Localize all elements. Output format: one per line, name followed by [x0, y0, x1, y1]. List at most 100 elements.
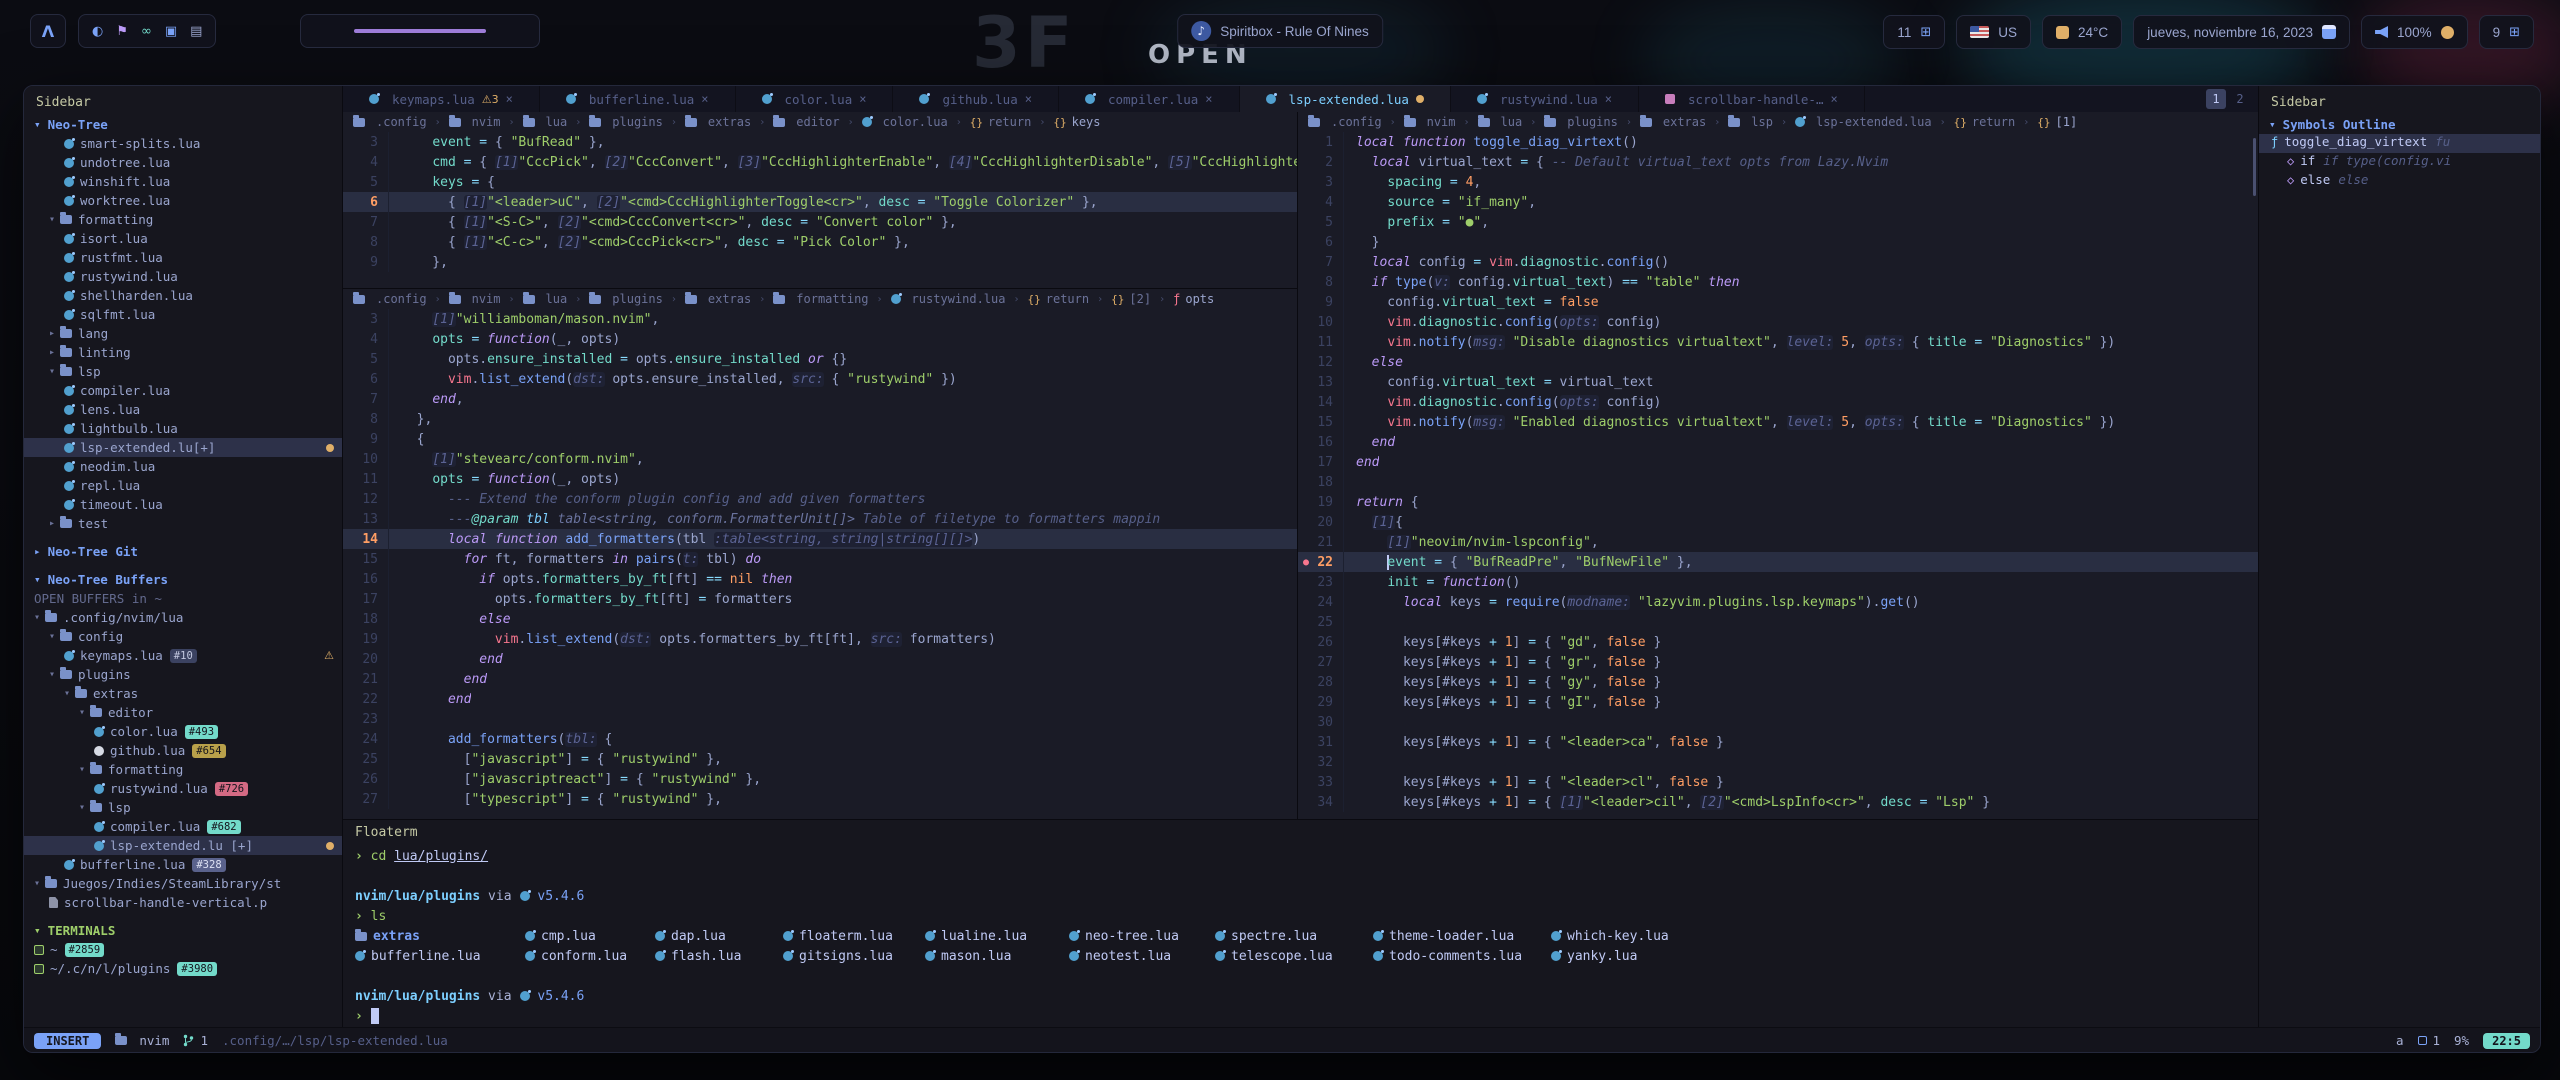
- breadcrumb-item[interactable]: rustywind.lua: [891, 292, 1006, 306]
- tray-icon-5[interactable]: ▤: [190, 24, 202, 39]
- taskbar-pill[interactable]: [300, 14, 540, 48]
- tab-bufferline-lua[interactable]: bufferline.lua×: [540, 86, 736, 112]
- code-line[interactable]: 14 vim.diagnostic.config(opts: config): [1298, 392, 2258, 412]
- code-line[interactable]: 26 keys[#keys + 1] = { "gd", false }: [1298, 632, 2258, 652]
- tab-compiler-lua[interactable]: compiler.lua×: [1059, 86, 1240, 112]
- chevron-down-icon[interactable]: ▾: [49, 214, 55, 225]
- code-line[interactable]: 26 ["javascriptreact"] = { "rustywind" }…: [343, 769, 1297, 789]
- breadcrumb-item[interactable]: plugins: [1544, 115, 1618, 129]
- editor-pane-lsp-extended-lua[interactable]: .config›nvim›lua›plugins›extras›lsp›lsp-…: [1298, 112, 2258, 819]
- code-line[interactable]: 25: [1298, 612, 2258, 632]
- breadcrumb-item[interactable]: {}keys: [1053, 115, 1100, 129]
- tray-icon-1[interactable]: ◐: [92, 24, 103, 39]
- tray-icon-4[interactable]: ▣: [165, 24, 177, 39]
- code-line[interactable]: 15 vim.notify(msg: "Enabled diagnostics …: [1298, 412, 2258, 432]
- floaterm-panel[interactable]: Floaterm › cd lua/plugins/nvim/lua/plugi…: [343, 819, 2258, 1027]
- chevron-down-icon[interactable]: ▾: [79, 802, 85, 813]
- tree-item[interactable]: ▾extras: [24, 684, 342, 703]
- breadcrumb-item[interactable]: nvim: [449, 115, 501, 129]
- tree-item[interactable]: smart-splits.lua: [24, 134, 342, 153]
- tree-item[interactable]: ▸test: [24, 514, 342, 533]
- tree-item[interactable]: ▾lsp: [24, 362, 342, 381]
- chevron-down-icon[interactable]: ▾: [34, 612, 40, 623]
- chevron-down-icon[interactable]: ▾: [34, 118, 41, 131]
- breadcrumb-item[interactable]: extras: [685, 292, 751, 306]
- tree-item[interactable]: lightbulb.lua: [24, 419, 342, 438]
- code-line[interactable]: 27 keys[#keys + 1] = { "gr", false }: [1298, 652, 2258, 672]
- chevron-down-icon[interactable]: ▾: [34, 878, 40, 889]
- tray-pill[interactable]: ◐⚑∞▣▤: [78, 14, 216, 48]
- editor-pane-rustywind-lua[interactable]: .config›nvim›lua›plugins›extras›formatti…: [343, 289, 1297, 819]
- code-line[interactable]: 21 [1]"neovim/nvim-lspconfig",: [1298, 532, 2258, 552]
- music-widget[interactable]: ♪ Spiritbox - Rule Of Nines: [1177, 14, 1383, 48]
- tree-item[interactable]: ~#2859: [24, 940, 342, 959]
- code-line[interactable]: 4 source = "if_many",: [1298, 192, 2258, 212]
- chevron-right-icon[interactable]: ▸: [49, 518, 55, 529]
- neotree-files-header[interactable]: ▾ Neo-Tree: [24, 114, 342, 134]
- code-line[interactable]: 9 },: [343, 252, 1297, 272]
- tree-item[interactable]: lens.lua: [24, 400, 342, 419]
- code-line[interactable]: 21 end: [343, 669, 1297, 689]
- code-line[interactable]: 18 else: [343, 609, 1297, 629]
- chevron-down-icon[interactable]: ▾: [49, 366, 55, 377]
- breadcrumb-item[interactable]: extras: [685, 115, 751, 129]
- chevron-down-icon[interactable]: ▾: [34, 573, 41, 586]
- breadcrumb-item[interactable]: lua: [523, 292, 568, 306]
- code-line[interactable]: 5 prefix = "●",: [1298, 212, 2258, 232]
- tree-item[interactable]: worktree.lua: [24, 191, 342, 210]
- tray-icon-2[interactable]: ⚑: [116, 24, 128, 39]
- code-line[interactable]: 7 { [1]"<S-C>", [2]"<cmd>CccConvert<cr>"…: [343, 212, 1297, 232]
- tree-item[interactable]: ▾formatting: [24, 760, 342, 779]
- breadcrumb-item[interactable]: plugins: [589, 115, 663, 129]
- code-line[interactable]: 16 if opts.formatters_by_ft[ft] == nil t…: [343, 569, 1297, 589]
- code-line[interactable]: 24 local keys = require(modname: "lazyvi…: [1298, 592, 2258, 612]
- code-line[interactable]: 34 keys[#keys + 1] = { [1]"<leader>cil",…: [1298, 792, 2258, 812]
- breadcrumb-item[interactable]: formatting: [773, 292, 868, 306]
- breadcrumb-item[interactable]: plugins: [589, 292, 663, 306]
- tree-item[interactable]: ▾config: [24, 627, 342, 646]
- code-line[interactable]: 7 end,: [343, 389, 1297, 409]
- tab-scrollbar-handle-[interactable]: scrollbar-handle-…×: [1639, 86, 1865, 112]
- tree-item[interactable]: ▾formatting: [24, 210, 342, 229]
- topbar-pill[interactable]: jueves, noviembre 16, 2023: [2133, 15, 2350, 49]
- breadcrumb-item[interactable]: lsp: [1728, 115, 1773, 129]
- code-line[interactable]: 10 vim.diagnostic.config(opts: config): [1298, 312, 2258, 332]
- topbar-pill[interactable]: US: [1956, 15, 2031, 49]
- chevron-down-icon[interactable]: ▾: [79, 764, 85, 775]
- code-line[interactable]: 29 keys[#keys + 1] = { "gI", false }: [1298, 692, 2258, 712]
- breadcrumb-item[interactable]: nvim: [1404, 115, 1456, 129]
- breadcrumb-item[interactable]: ƒopts: [1173, 292, 1214, 306]
- breadcrumb-item[interactable]: nvim: [449, 292, 501, 306]
- tree-item[interactable]: lsp-extended.lu[+]: [24, 438, 342, 457]
- close-icon[interactable]: ×: [1025, 92, 1032, 106]
- breadcrumb-item[interactable]: .config: [1308, 115, 1382, 129]
- topbar-pill[interactable]: 100%: [2361, 15, 2468, 49]
- code-line[interactable]: 8 if type(v: config.virtual_text) == "ta…: [1298, 272, 2258, 292]
- topbar-pill[interactable]: 9⊞: [2479, 15, 2534, 49]
- chevron-down-icon[interactable]: ▾: [79, 707, 85, 718]
- code-line[interactable]: 19 vim.list_extend(dst: opts.formatters_…: [343, 629, 1297, 649]
- tab-lsp-extended-lua[interactable]: lsp-extended.lua: [1240, 86, 1451, 112]
- code-line[interactable]: ●22 event = { "BufReadPre", "BufNewFile"…: [1298, 552, 2258, 572]
- code-line[interactable]: 8 { [1]"<C-c>", [2]"<cmd>CccPick<cr>", d…: [343, 232, 1297, 252]
- breadcrumb-item[interactable]: .config: [353, 115, 427, 129]
- topbar-pill[interactable]: 24°C: [2042, 15, 2122, 49]
- tree-item[interactable]: color.lua#493: [24, 722, 342, 741]
- code-line[interactable]: 5 opts.ensure_installed = opts.ensure_in…: [343, 349, 1297, 369]
- code-line[interactable]: 9 config.virtual_text = false: [1298, 292, 2258, 312]
- code-line[interactable]: 9 {: [343, 429, 1297, 449]
- code-line[interactable]: 10 [1]"stevearc/conform.nvim",: [343, 449, 1297, 469]
- outline-item[interactable]: ◇ifif type(config.vi: [2259, 153, 2540, 172]
- close-icon[interactable]: ×: [701, 92, 708, 106]
- chevron-right-icon[interactable]: ▸: [49, 347, 55, 358]
- tabpage-2[interactable]: 2: [2230, 89, 2250, 109]
- breadcrumb-item[interactable]: {}[1]: [2037, 115, 2077, 129]
- chevron-down-icon[interactable]: ▾: [2269, 118, 2276, 131]
- breadcrumb-item[interactable]: lsp-extended.lua: [1795, 115, 1932, 129]
- tree-item[interactable]: ▾plugins: [24, 665, 342, 684]
- code-line[interactable]: 3 spacing = 4,: [1298, 172, 2258, 192]
- code-line[interactable]: 6 }: [1298, 232, 2258, 252]
- breadcrumb-item[interactable]: extras: [1640, 115, 1706, 129]
- code-line[interactable]: 27 ["typescript"] = { "rustywind" },: [343, 789, 1297, 809]
- tab-github-lua[interactable]: github.lua×: [893, 86, 1059, 112]
